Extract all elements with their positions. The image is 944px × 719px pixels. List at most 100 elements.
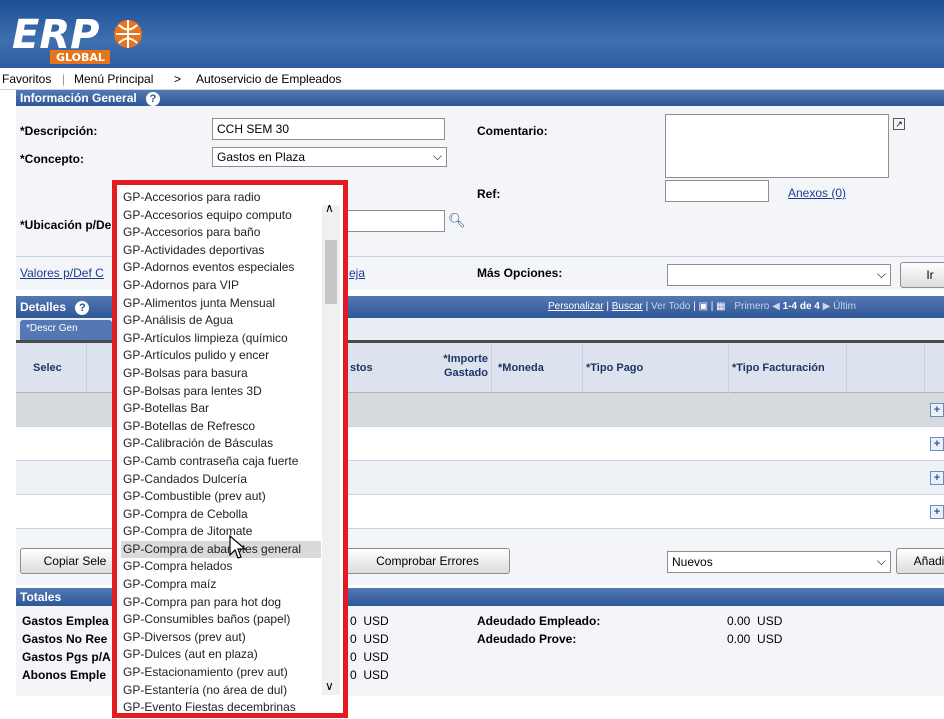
total-label: Gastos Pgs p/A <box>22 650 111 664</box>
col-gastos: stos <box>350 362 373 374</box>
dropdown-option[interactable]: GP-Accesorios para baño <box>121 224 321 242</box>
primero-link[interactable]: Primero <box>734 301 769 312</box>
dropdown-option[interactable]: GP-Estantería (no área de dul) <box>121 682 321 700</box>
nuevos-select[interactable]: Nuevos ⌵ <box>667 551 891 573</box>
dropdown-option[interactable]: GP-Accesorios para radio <box>121 189 321 207</box>
dropdown-option[interactable]: GP-Adornos para VIP <box>121 277 321 295</box>
header-banner: ERP GLOBAL <box>0 0 944 68</box>
dropdown-option[interactable]: GP-Alimentos junta Mensual <box>121 295 321 313</box>
dropdown-option[interactable]: GP-Botellas Bar <box>121 400 321 418</box>
tab-descr-gen[interactable]: *Descr Gen <box>20 320 112 340</box>
total-value: 0 USD <box>350 668 389 682</box>
add-row-icon[interactable]: + <box>930 437 944 451</box>
col-tipo-pago: *Tipo Pago <box>586 362 644 374</box>
col-moneda: *Moneda <box>498 362 544 374</box>
concepto-select[interactable]: Gastos en Plaza ⌵ <box>212 147 447 167</box>
dropdown-option[interactable]: GP-Compra de Jitomate <box>121 523 321 541</box>
buscar-link[interactable]: Buscar <box>612 301 643 312</box>
add-row-icon[interactable]: + <box>930 403 944 417</box>
prev-icon[interactable]: ◀ <box>772 301 780 312</box>
adeudado-prove-value: 0.00 USD <box>727 632 783 646</box>
chevron-down-icon: ⌵ <box>432 149 442 163</box>
nav-menu-principal[interactable]: Menú Principal <box>74 72 153 86</box>
ubicacion-label: *Ubicación p/De <box>20 218 112 232</box>
view-icon[interactable]: ▣ <box>698 301 707 312</box>
totales-title: Totales <box>20 590 62 604</box>
nav-autoservicio[interactable]: Autoservicio de Empleados <box>196 72 341 86</box>
valores-link-tail[interactable]: eja <box>349 266 365 280</box>
ubicacion-field[interactable] <box>345 210 445 232</box>
add-row-icon[interactable]: + <box>930 471 944 485</box>
dropdown-option[interactable]: GP-Combustible (prev aut) <box>121 488 321 506</box>
ultimo-link[interactable]: Últim <box>833 301 856 312</box>
ref-field[interactable] <box>665 180 769 202</box>
col-tipo-facturacion: *Tipo Facturación <box>732 362 825 374</box>
total-label: Abonos Emple <box>22 668 107 682</box>
next-icon[interactable]: ▶ <box>823 301 831 312</box>
dropdown-option[interactable]: GP-Bolsas para basura <box>121 365 321 383</box>
expand-icon[interactable]: ↗ <box>893 118 905 130</box>
dropdown-option[interactable]: GP-Camb contraseña caja fuerte <box>121 453 321 471</box>
svg-text:GLOBAL: GLOBAL <box>56 51 105 64</box>
ver-todo-link[interactable]: Ver Todo <box>651 301 690 312</box>
erp-global-logo: ERP GLOBAL <box>10 6 160 66</box>
dropdown-option[interactable]: GP-Compra pan para hot dog <box>121 594 321 612</box>
concepto-dropdown-list[interactable]: GP-Accesorios para radio GP-Accesorios eq… <box>112 180 348 718</box>
top-navigation: Favoritos | Menú Principal > Autoservici… <box>0 68 944 90</box>
ir-button[interactable]: Ir <box>900 262 944 288</box>
personalizar-link[interactable]: Personalizar <box>548 301 604 312</box>
grid-toolbar: Personalizar | Buscar | Ver Todo | ▣ | ▦… <box>548 301 856 312</box>
dropdown-option[interactable]: GP-Actividades deportivas <box>121 242 321 260</box>
dropdown-scrollbar[interactable]: ∧ ∨ <box>322 201 340 695</box>
dropdown-options: GP-Accesorios para radio GP-Accesorios eq… <box>121 189 321 713</box>
comentario-field[interactable] <box>665 114 889 178</box>
dropdown-option[interactable]: GP-Bolsas para lentes 3D <box>121 383 321 401</box>
anexos-link[interactable]: Anexos (0) <box>788 186 846 200</box>
nav-separator: > <box>174 72 182 86</box>
dropdown-option[interactable]: GP-Compra helados <box>121 558 321 576</box>
adeudado-empleado-label: Adeudado Empleado: <box>477 614 601 628</box>
adeudado-prove-label: Adeudado Prove: <box>477 632 577 646</box>
dropdown-option[interactable]: GP-Compra maíz <box>121 576 321 594</box>
anadir-button[interactable]: Añadir <box>896 548 944 574</box>
mas-opciones-select[interactable]: ⌵ <box>667 264 891 286</box>
comprobar-errores-button[interactable]: Comprobar Errores <box>345 548 510 574</box>
dropdown-option[interactable]: GP-Dulces (aut en plaza) <box>121 646 321 664</box>
dropdown-option[interactable]: GP-Artículos limpieza (químico <box>121 330 321 348</box>
nav-divider: | <box>62 72 66 86</box>
dropdown-option[interactable]: GP-Compra de Cebolla <box>121 506 321 524</box>
chevron-down-icon: ⌵ <box>876 554 886 568</box>
dropdown-option[interactable]: GP-Compra de abarrotes general <box>121 540 321 559</box>
dropdown-option[interactable]: GP-Análisis de Agua <box>121 312 321 330</box>
dropdown-option[interactable]: GP-Estacionamiento (prev aut) <box>121 664 321 682</box>
total-label: Gastos Emplea <box>22 614 109 628</box>
concepto-value: Gastos en Plaza <box>217 150 306 164</box>
mouse-cursor-icon <box>229 535 247 559</box>
scroll-down-icon[interactable]: ∨ <box>325 679 334 693</box>
comentario-label: Comentario: <box>477 124 548 138</box>
info-general-title: Información General <box>20 91 137 105</box>
total-label: Gastos No Ree <box>22 632 108 646</box>
nav-favoritos[interactable]: Favoritos <box>2 72 51 86</box>
help-icon[interactable]: ? <box>146 92 161 106</box>
descripcion-field[interactable]: CCH SEM 30 <box>212 118 445 140</box>
dropdown-option[interactable]: GP-Diversos (prev aut) <box>121 629 321 647</box>
info-general-bar: Información General ? <box>16 90 944 106</box>
add-row-icon[interactable]: + <box>930 505 944 519</box>
dropdown-option[interactable]: GP-Artículos pulido y encer <box>121 347 321 365</box>
search-icon[interactable]: 🔍︎ <box>448 212 466 229</box>
dropdown-option[interactable]: GP-Calibración de Básculas <box>121 435 321 453</box>
scroll-thumb[interactable] <box>325 240 337 304</box>
dropdown-option[interactable]: GP-Botellas de Refresco <box>121 418 321 436</box>
grid-download-icon[interactable]: ▦ <box>716 301 725 312</box>
dropdown-option[interactable]: GP-Adornos eventos especiales <box>121 259 321 277</box>
help-icon[interactable]: ? <box>75 301 90 315</box>
dropdown-option[interactable]: GP-Candados Dulcería <box>121 471 321 489</box>
total-value: 0 USD <box>350 650 389 664</box>
dropdown-option[interactable]: GP-Accesorios equipo computo <box>121 207 321 225</box>
valores-link[interactable]: Valores p/Def C <box>20 266 104 280</box>
dropdown-option[interactable]: GP-Consumibles baños (papel) <box>121 611 321 629</box>
scroll-up-icon[interactable]: ∧ <box>325 201 334 215</box>
dropdown-option[interactable]: GP-Evento Fiestas decembrinas <box>121 699 321 713</box>
detalles-title: Detalles <box>20 300 67 314</box>
